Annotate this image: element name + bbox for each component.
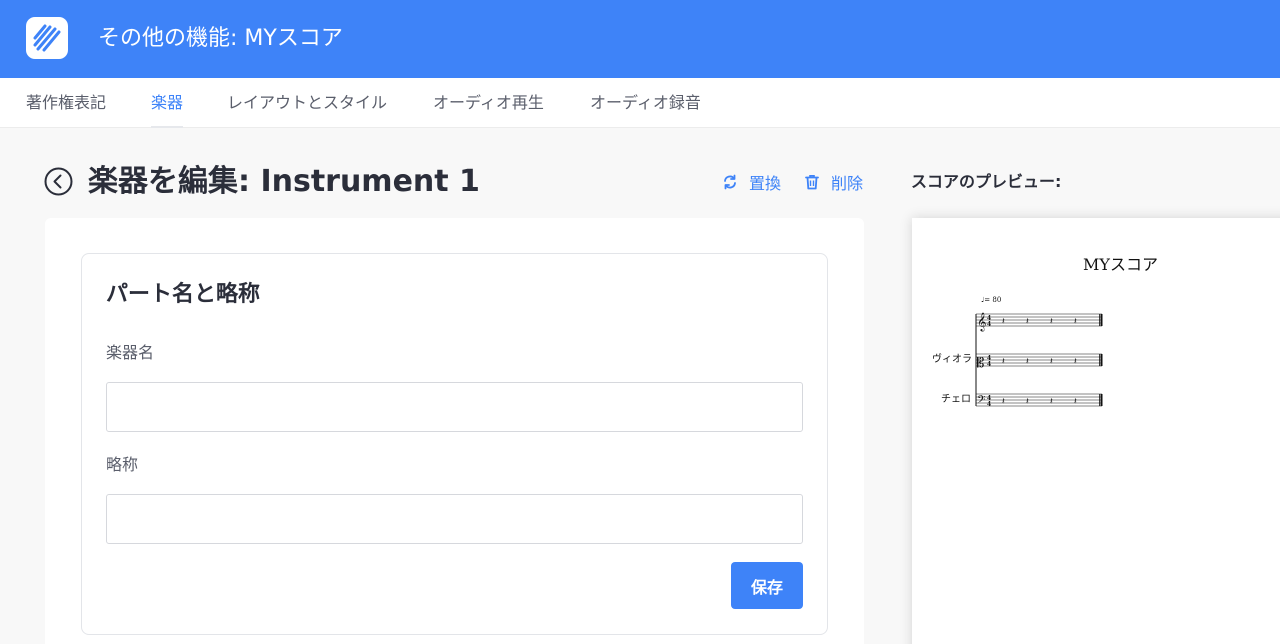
svg-text:4: 4 (987, 401, 991, 408)
svg-text:𝄞: 𝄞 (977, 312, 986, 332)
svg-text:𝄽: 𝄽 (1050, 397, 1053, 407)
svg-text:𝄽: 𝄽 (1002, 357, 1005, 367)
svg-text:4: 4 (987, 321, 991, 328)
svg-text:𝄡: 𝄡 (977, 355, 984, 371)
abbreviation-label: 略称 (106, 455, 139, 474)
preview-heading: スコアのプレビュー: (911, 172, 1062, 191)
tab-layout-style[interactable]: レイアウトとスタイル (227, 78, 387, 128)
back-circle-icon[interactable] (44, 167, 73, 196)
app-title: その他の機能: MYスコア (98, 26, 343, 51)
staff-label-cello: チェロ (941, 394, 971, 405)
tab-audio-recording[interactable]: オーディオ録音 (590, 78, 701, 128)
replace-label: 置換 (749, 174, 782, 193)
svg-text:𝄢: 𝄢 (977, 394, 985, 409)
tab-audio-playback[interactable]: オーディオ再生 (433, 78, 544, 128)
svg-text:𝄽: 𝄽 (1074, 397, 1077, 407)
page-title: 楽器を編集: Instrument 1 (88, 164, 480, 199)
delete-button[interactable]: 削除 (803, 171, 863, 193)
trash-icon (805, 175, 819, 190)
instrument-name-label: 楽器名 (106, 343, 155, 362)
svg-text:𝄽: 𝄽 (1002, 317, 1005, 327)
tab-copyright[interactable]: 著作権表記 (26, 78, 106, 128)
delete-label: 削除 (831, 174, 864, 193)
slashes-logo-icon[interactable] (26, 17, 68, 59)
svg-text:𝄽: 𝄽 (1026, 317, 1029, 327)
instrument-name-input[interactable] (106, 382, 803, 432)
svg-text:𝄽: 𝄽 (1026, 357, 1029, 367)
svg-text:𝄽: 𝄽 (1074, 317, 1077, 327)
svg-text:𝄽: 𝄽 (1074, 357, 1077, 367)
replace-button[interactable]: 置換 (721, 171, 781, 193)
save-button[interactable]: 保存 (731, 562, 803, 609)
score-title: MYスコア (1083, 255, 1158, 274)
score-notation: 𝄞 𝄡 𝄢 44 44 44 𝄽 𝄽 𝄽 𝄽 𝄽 𝄽 𝄽 𝄽 𝄽 𝄽 𝄽 𝄽 (975, 312, 1103, 409)
staff-label-viola: ヴィオラ (932, 354, 972, 365)
svg-text:𝄽: 𝄽 (1026, 397, 1029, 407)
tab-instruments[interactable]: 楽器 (151, 78, 184, 128)
tempo-mark: ♩= 80 (981, 296, 1002, 304)
svg-text:4: 4 (987, 361, 991, 368)
score-preview-panel (912, 218, 1280, 644)
abbreviation-input[interactable] (106, 494, 803, 544)
tab-bar: 著作権表記 楽器 レイアウトとスタイル オーディオ再生 オーディオ録音 (0, 78, 1280, 128)
card-title: パート名と略称 (106, 282, 261, 307)
svg-text:𝄽: 𝄽 (1050, 357, 1053, 367)
svg-text:𝄽: 𝄽 (1002, 397, 1005, 407)
svg-text:𝄽: 𝄽 (1050, 317, 1053, 327)
top-bar: その他の機能: MYスコア (0, 0, 1280, 78)
refresh-icon (724, 174, 736, 190)
part-name-card (81, 253, 828, 635)
